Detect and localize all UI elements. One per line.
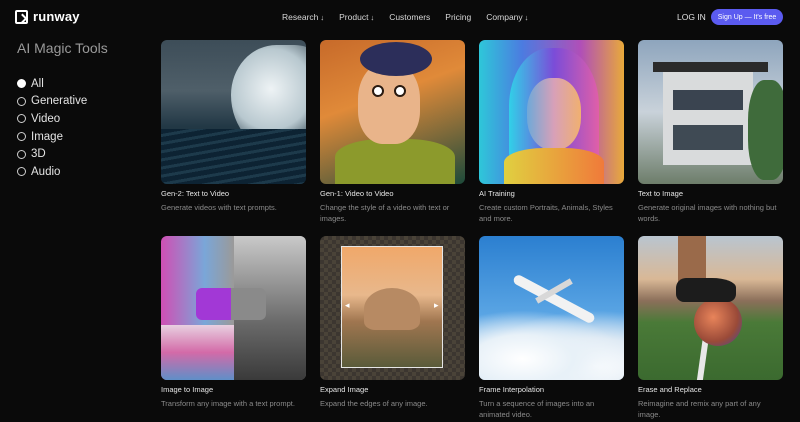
tool-card-gen2[interactable]: Gen-2: Text to Video Generate videos wit… [161, 40, 306, 213]
card-title: Gen-1: Video to Video [320, 189, 394, 198]
chevron-down-icon: ↓ [320, 13, 325, 22]
card-title: Erase and Replace [638, 385, 702, 394]
building-shape [663, 70, 753, 165]
leg-shape [678, 236, 706, 284]
roof-shape [653, 62, 768, 72]
filter-label: 3D [31, 148, 46, 161]
chevron-down-icon: ↓ [524, 13, 529, 22]
nav-link-pricing[interactable]: Pricing [445, 12, 471, 22]
radio-icon [17, 149, 26, 159]
ball-shape [694, 298, 742, 346]
filter-all[interactable]: All [17, 75, 87, 93]
nav-link-label: Company [486, 12, 523, 22]
eye-shape [372, 85, 384, 97]
filter-label: Video [31, 112, 61, 125]
filter-label: All [31, 77, 44, 90]
sweater-shape [504, 148, 604, 184]
nav-link-label: Product [339, 12, 369, 22]
card-description: Expand the edges of any image. [320, 399, 428, 408]
card-title: Text to Image [638, 189, 684, 198]
nav-link-label: Pricing [445, 12, 472, 22]
jacket-shape [335, 139, 455, 184]
filter-image[interactable]: Image [17, 128, 87, 146]
signup-button[interactable]: Sign Up — It's free [711, 9, 783, 25]
login-link[interactable]: LOG IN [677, 12, 706, 22]
sea-shape [161, 129, 306, 184]
nav-link-label: Research [282, 12, 319, 22]
tool-card-text-to-image[interactable]: Text to Image Generate original images w… [638, 40, 783, 224]
nav-link-label: Customers [389, 12, 431, 22]
radio-icon [17, 114, 26, 124]
tool-card-expand-image[interactable]: ◂ ▸ Expand Image Expand the edges of any … [320, 236, 465, 409]
filter-label: Generative [31, 95, 88, 108]
filter-label: Image [31, 130, 63, 143]
tree-shape [748, 80, 783, 180]
filter-label: Audio [31, 165, 61, 178]
tool-card-frame-interpolation[interactable]: Frame Interpolation Turn a sequence of i… [479, 236, 624, 420]
category-filters: All Generative Video Image 3D Audio [17, 75, 87, 181]
face-shape [527, 78, 581, 150]
card-thumbnail [320, 40, 465, 184]
hair-shape [360, 42, 432, 76]
radio-selected-icon [17, 79, 26, 89]
chevron-left-icon: ◂ [345, 300, 350, 310]
window-shape [673, 125, 743, 150]
card-description: Generate videos with text prompts. [161, 203, 277, 212]
nav-links: Research ↓ Product ↓ Customers Pricing Com… [282, 12, 543, 22]
card-thumbnail [161, 236, 306, 380]
card-title: Image to Image [161, 385, 214, 394]
filter-video[interactable]: Video [17, 110, 87, 128]
card-thumbnail [161, 40, 306, 184]
radio-icon [17, 132, 26, 142]
logo-text: runway [33, 9, 80, 24]
eye-shape [394, 85, 406, 97]
filter-generative[interactable]: Generative [17, 93, 87, 111]
tool-card-ai-training[interactable]: AI Training Create custom Portraits, Ani… [479, 40, 624, 224]
card-title: AI Training [479, 189, 515, 198]
card-title: Gen-2: Text to Video [161, 189, 230, 198]
page-title: AI Magic Tools [17, 40, 108, 56]
boot-shape [676, 278, 736, 302]
radio-icon [17, 96, 26, 106]
top-navigation: runway Research ↓ Product ↓ Customers Pric… [0, 0, 800, 34]
cloud-shape [479, 310, 624, 380]
tool-card-erase-replace[interactable]: Erase and Replace Reimagine and remix an… [638, 236, 783, 420]
card-description: Transform any image with a text prompt. [161, 399, 295, 408]
chevron-down-icon: ↓ [370, 13, 375, 22]
card-thumbnail [638, 40, 783, 184]
nav-link-research[interactable]: Research ↓ [282, 12, 324, 22]
nav-link-customers[interactable]: Customers [389, 12, 430, 22]
rock-shape [364, 288, 420, 330]
tool-card-gen1[interactable]: Gen-1: Video to Video Change the style o… [320, 40, 465, 224]
card-thumbnail [479, 40, 624, 184]
card-description: Change the style of a video with text or… [320, 203, 450, 223]
card-title: Expand Image [320, 385, 369, 394]
radio-icon [17, 167, 26, 177]
filter-audio[interactable]: Audio [17, 163, 87, 181]
window-shape [673, 90, 743, 110]
logo[interactable]: runway [15, 9, 80, 24]
runway-logo-icon [15, 9, 28, 24]
card-description: Generate original images with nothing bu… [638, 203, 777, 223]
ground-shape [161, 325, 234, 380]
card-thumbnail [638, 236, 783, 380]
card-thumbnail: ◂ ▸ [320, 236, 465, 380]
chevron-right-icon: ▸ [434, 300, 439, 310]
card-thumbnail [479, 236, 624, 380]
card-description: Reimagine and remix any part of any imag… [638, 399, 761, 419]
card-description: Turn a sequence of images into an animat… [479, 399, 595, 419]
card-title: Frame Interpolation [479, 385, 545, 394]
tool-card-image-to-image[interactable]: Image to Image Transform any image with … [161, 236, 306, 409]
filter-3d[interactable]: 3D [17, 145, 87, 163]
jeep-shape [196, 288, 266, 320]
nav-link-company[interactable]: Company ↓ [486, 12, 528, 22]
card-description: Create custom Portraits, Animals, Styles… [479, 203, 613, 223]
nav-link-product[interactable]: Product ↓ [339, 12, 374, 22]
